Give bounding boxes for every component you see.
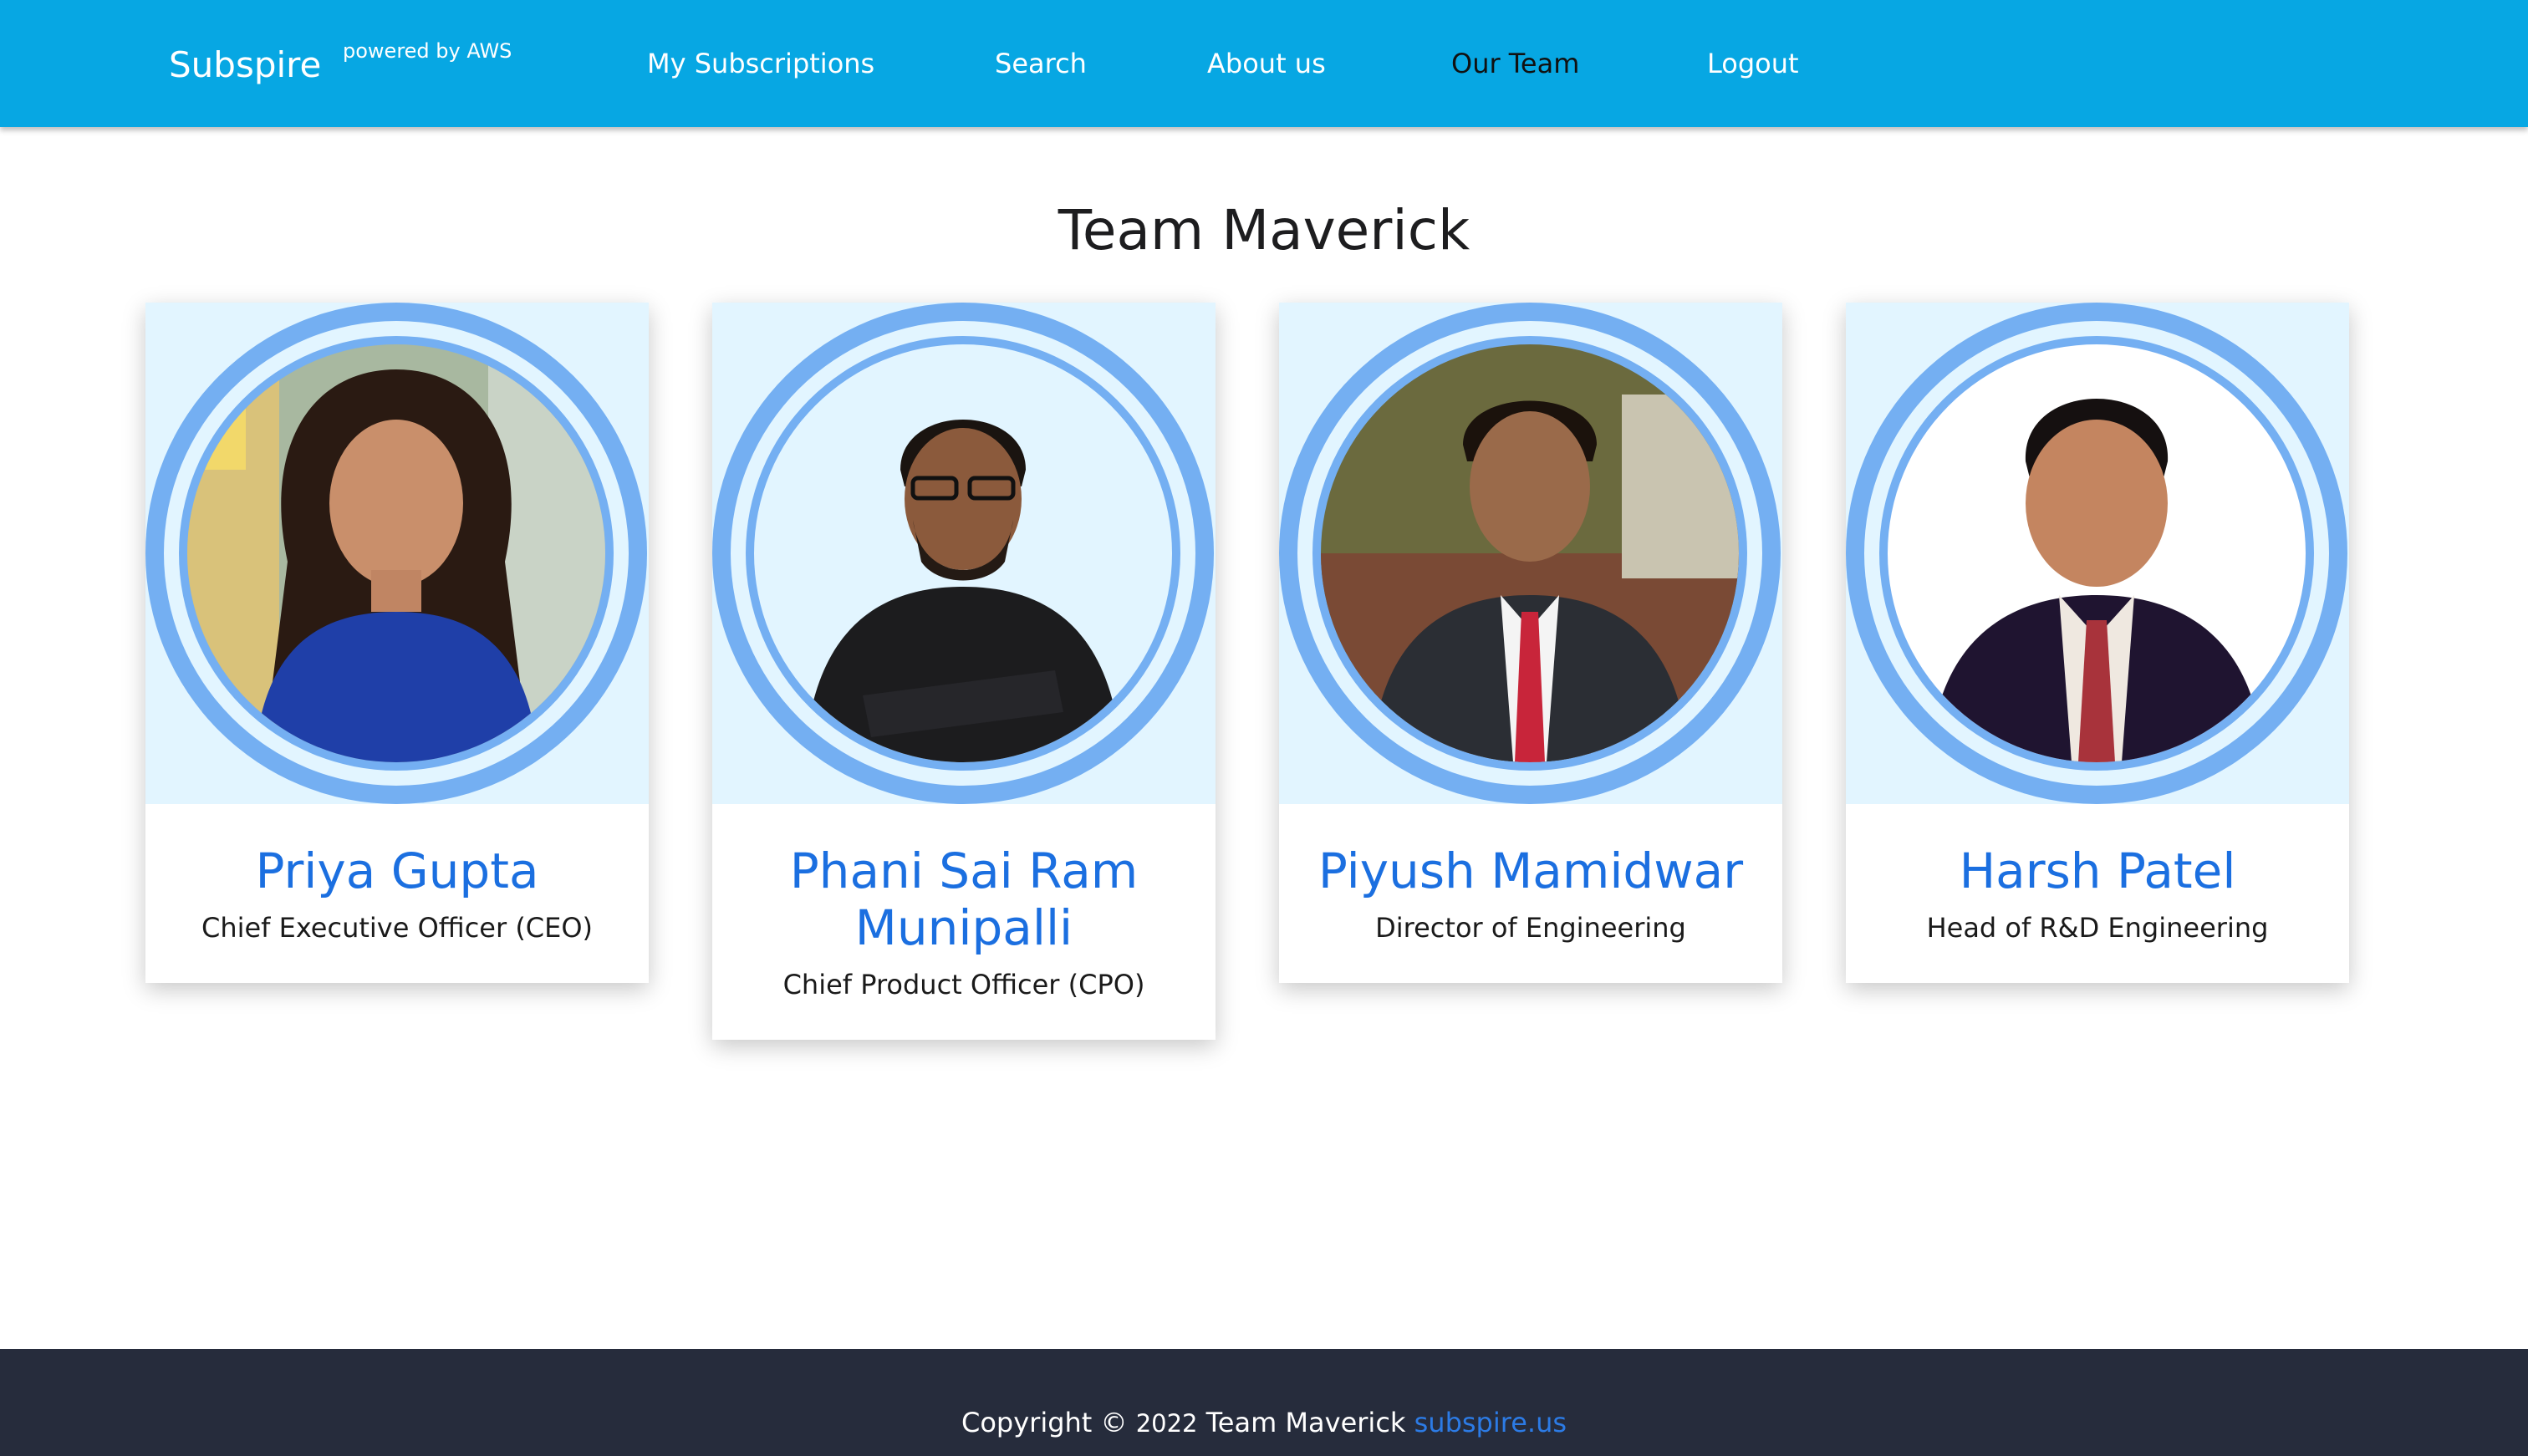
profile-photo (754, 344, 1172, 762)
copyright-year: 2022 (1135, 1409, 1198, 1438)
nav-search[interactable]: Search (995, 43, 1087, 84)
profile-photo (1321, 344, 1739, 762)
member-name: Harsh Patel (1959, 843, 2236, 899)
team-card-piyush-mamidwar: Piyush Mamidwar Director of Engineering (1279, 303, 1782, 983)
member-name: Phani Sai Ram Munipalli (789, 843, 1139, 956)
member-name: Piyush Mamidwar (1318, 843, 1744, 899)
nav-about-us[interactable]: About us (1207, 43, 1326, 84)
nav-logout[interactable]: Logout (1707, 43, 1799, 84)
profile-photo (1888, 344, 2306, 762)
nav-our-team[interactable]: Our Team (1451, 43, 1579, 84)
team-card-priya-gupta: Priya Gupta Chief Executive Officer (CEO… (145, 303, 649, 983)
avatar-area (1279, 303, 1782, 804)
member-name: Priya Gupta (255, 843, 539, 899)
member-role: Chief Product Officer (CPO) (782, 969, 1145, 1000)
brand-logo[interactable]: Subspire (169, 40, 321, 90)
member-role: Chief Executive Officer (CEO) (201, 912, 594, 944)
member-role: Director of Engineering (1375, 912, 1686, 944)
copyright-team: Team Maverick (1205, 1407, 1406, 1438)
profile-photo (187, 344, 605, 762)
copyright-line: Copyright © 2022 Team Maverick subspire.… (0, 1406, 2528, 1440)
page-title: Team Maverick (1058, 198, 1470, 262)
copyright-prefix: Copyright © (961, 1407, 1128, 1438)
powered-by-label: powered by AWS (343, 39, 512, 63)
avatar-area (145, 303, 649, 804)
team-card-phani-sai-ram-munipalli: Phani Sai Ram Munipalli Chief Product Of… (712, 303, 1216, 1040)
nav-my-subscriptions[interactable]: My Subscriptions (647, 43, 874, 84)
team-card-harsh-patel: Harsh Patel Head of R&D Engineering (1846, 303, 2349, 983)
footer: Copyright © 2022 Team Maverick subspire.… (0, 1349, 2528, 1456)
top-navbar: Subspire powered by AWS My Subscriptions… (0, 0, 2528, 127)
avatar-area (712, 303, 1216, 804)
member-role: Head of R&D Engineering (1926, 912, 2269, 944)
footer-site-link[interactable]: subspire.us (1414, 1407, 1567, 1438)
avatar-area (1846, 303, 2349, 804)
